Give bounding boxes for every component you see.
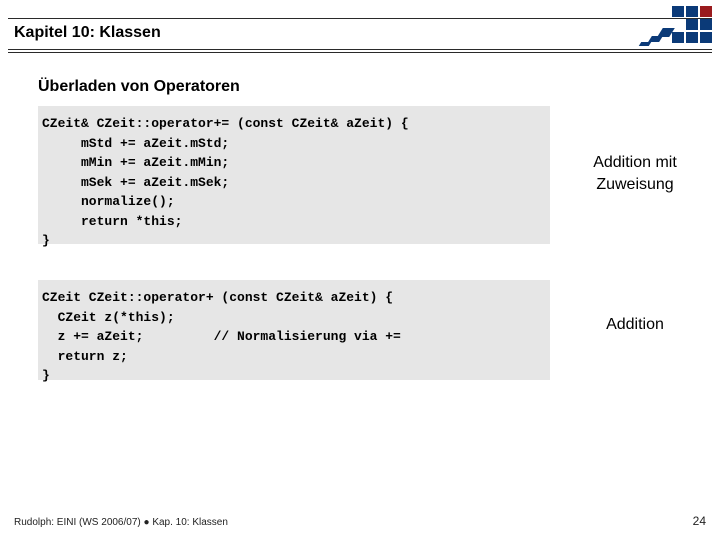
code-block-operator-plus-equals: CZeit& CZeit::operator+= (const CZeit& a… [38,106,550,244]
footer-text: Rudolph: EINI (WS 2006/07) ● Kap. 10: Kl… [14,517,228,528]
code-block-operator-plus: CZeit CZeit::operator+ (const CZeit& aZe… [38,280,550,380]
header-top-rule [8,18,712,19]
header-bottom-rule-1 [8,49,712,51]
caption-addition: Addition [570,314,700,336]
section-title: Überladen von Operatoren [38,78,240,96]
caption-addition-assignment: Addition mit Zuweisung [570,152,700,195]
caption-line-2: Zuweisung [596,176,673,193]
page-number: 24 [693,514,706,528]
header-bottom-rule-2 [8,52,712,53]
chapter-title: Kapitel 10: Klassen [14,24,161,42]
logo [640,6,712,54]
caption-line-1: Addition mit [593,154,677,171]
